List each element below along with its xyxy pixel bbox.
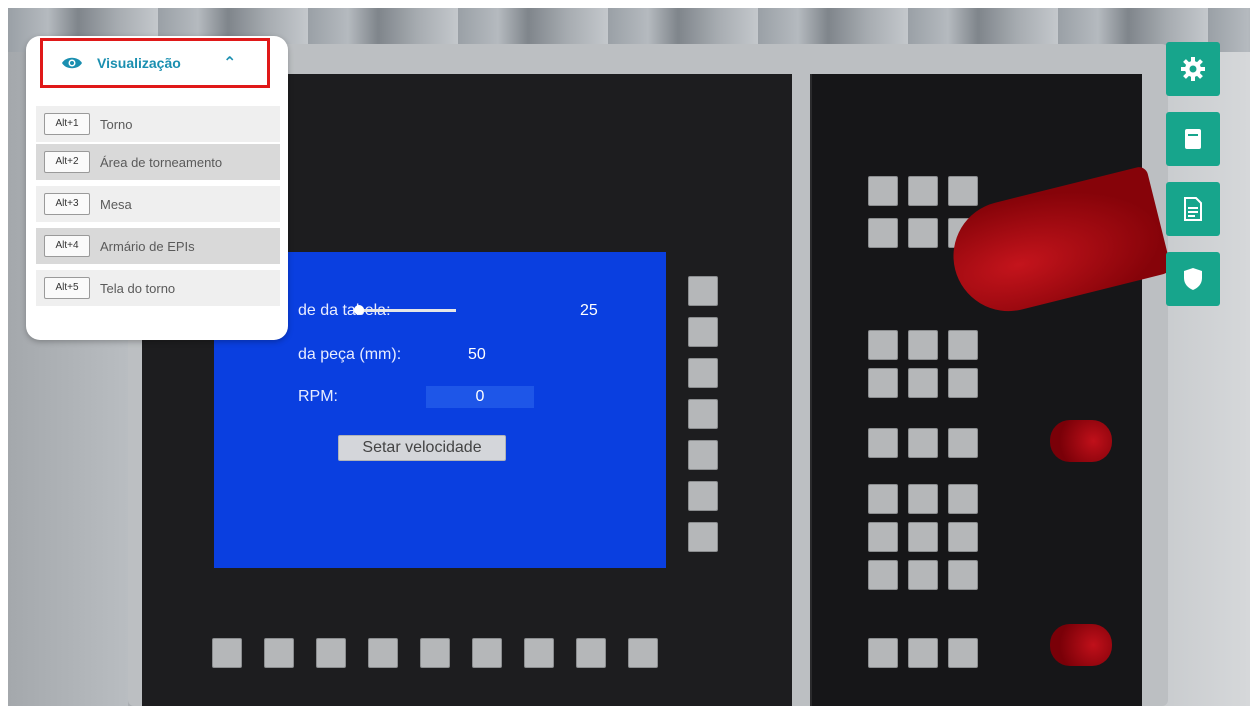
shield-icon (1184, 268, 1202, 290)
shortcut-badge: Alt+3 (44, 193, 90, 215)
control-key[interactable] (908, 368, 938, 398)
menu-item-area-de-torneamento[interactable]: Alt+2 Área de torneamento (36, 144, 280, 180)
view-menu-panel: Visualização ⌃ Alt+1 Torno Alt+2 Área de… (26, 36, 288, 340)
control-key[interactable] (948, 330, 978, 360)
menu-item-torno[interactable]: Alt+1 Torno (36, 106, 280, 142)
menu-item-armario-de-epis[interactable]: Alt+4 Armário de EPIs (36, 228, 280, 264)
gear-icon (1181, 57, 1205, 81)
control-key[interactable] (948, 522, 978, 552)
softkey[interactable] (264, 638, 294, 668)
report-icon (1184, 197, 1202, 221)
red-rotary-knob[interactable] (1050, 420, 1112, 462)
menu-item-mesa[interactable]: Alt+3 Mesa (36, 186, 280, 222)
menu-item-tela-do-torno[interactable]: Alt+5 Tela do torno (36, 270, 280, 306)
set-speed-button[interactable]: Setar velocidade (338, 435, 506, 461)
piece-diameter-value: 50 (468, 346, 486, 363)
control-key[interactable] (908, 638, 938, 668)
chevron-up-icon: ⌃ (223, 53, 237, 72)
control-key[interactable] (868, 368, 898, 398)
control-key[interactable] (908, 484, 938, 514)
shortcut-badge: Alt+4 (44, 235, 90, 257)
rpm-label: RPM: (298, 388, 338, 405)
rpm-field[interactable]: 0 (426, 386, 534, 408)
table-speed-slider-handle[interactable] (354, 305, 364, 315)
view-menu-toggle[interactable]: Visualização ⌃ (40, 38, 270, 88)
softkey[interactable] (628, 638, 658, 668)
control-key[interactable] (908, 176, 938, 206)
shortcut-badge: Alt+5 (44, 277, 90, 299)
safety-button[interactable] (1166, 252, 1220, 306)
control-key[interactable] (948, 560, 978, 590)
eye-icon (62, 57, 82, 69)
table-speed-slider-track[interactable] (362, 309, 456, 312)
document-icon (1185, 129, 1201, 149)
control-key[interactable] (948, 484, 978, 514)
control-key[interactable] (948, 428, 978, 458)
softkey[interactable] (472, 638, 502, 668)
screen-side-key[interactable] (688, 440, 718, 470)
softkey[interactable] (368, 638, 398, 668)
menu-item-label: Armário de EPIs (100, 238, 195, 254)
piece-diameter-label: da peça (mm): (298, 346, 402, 363)
shortcut-badge: Alt+1 (44, 113, 90, 135)
softkey[interactable] (576, 638, 606, 668)
control-key[interactable] (868, 330, 898, 360)
control-key[interactable] (948, 368, 978, 398)
control-key[interactable] (868, 560, 898, 590)
screen-side-key[interactable] (688, 399, 718, 429)
screen-side-key[interactable] (688, 276, 718, 306)
notes-button[interactable] (1166, 112, 1220, 166)
control-key[interactable] (908, 522, 938, 552)
view-menu-label: Visualização (97, 55, 181, 71)
softkey[interactable] (420, 638, 450, 668)
screen-side-key[interactable] (688, 358, 718, 388)
report-button[interactable] (1166, 182, 1220, 236)
menu-item-label: Mesa (100, 196, 132, 212)
control-key[interactable] (908, 218, 938, 248)
screen-side-key[interactable] (688, 317, 718, 347)
menu-item-label: Área de torneamento (100, 154, 223, 170)
menu-item-label: Torno (100, 116, 133, 132)
settings-button[interactable] (1166, 42, 1220, 96)
screen-side-key[interactable] (688, 522, 718, 552)
table-speed-value: 25 (580, 302, 598, 319)
red-rotary-knob[interactable] (1050, 624, 1112, 666)
control-key[interactable] (908, 428, 938, 458)
control-key[interactable] (908, 330, 938, 360)
control-key[interactable] (908, 560, 938, 590)
control-key[interactable] (948, 638, 978, 668)
control-key[interactable] (868, 428, 898, 458)
control-key[interactable] (868, 522, 898, 552)
softkey[interactable] (524, 638, 554, 668)
shortcut-badge: Alt+2 (44, 151, 90, 173)
control-key[interactable] (868, 218, 898, 248)
control-key[interactable] (868, 638, 898, 668)
control-key[interactable] (868, 176, 898, 206)
softkey[interactable] (212, 638, 242, 668)
control-panel-right (810, 74, 1173, 706)
screen-side-key[interactable] (688, 481, 718, 511)
menu-item-label: Tela do torno (100, 280, 176, 296)
control-key[interactable] (948, 176, 978, 206)
control-key[interactable] (868, 484, 898, 514)
softkey[interactable] (316, 638, 346, 668)
